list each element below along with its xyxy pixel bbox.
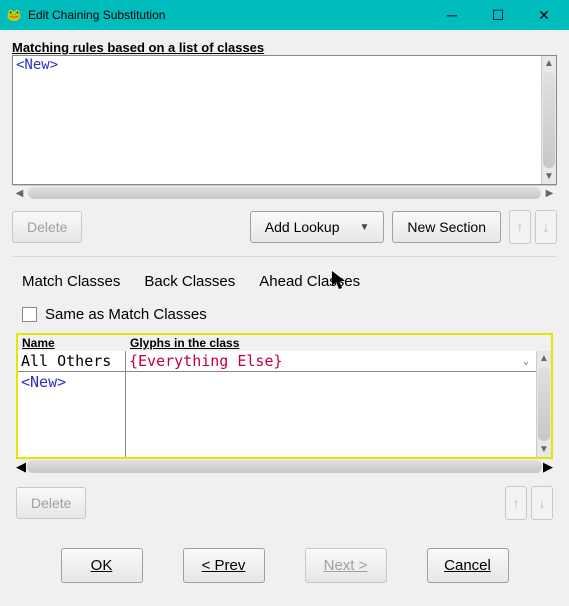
close-button[interactable]: ✕ — [521, 0, 567, 30]
dialog-footer: OK < Prev Next > Cancel — [12, 548, 557, 583]
cell-glyphs[interactable]: {Everything Else} ⌄ — [126, 351, 536, 371]
class-tabs: Match Classes Back Classes Ahead Classes — [12, 269, 557, 300]
move-down-button[interactable]: ↓ — [535, 210, 557, 244]
rules-horizontal-scrollbar[interactable]: ◀ ▶ — [12, 185, 557, 200]
scroll-track[interactable] — [543, 72, 555, 168]
rules-header: Matching rules based on a list of classe… — [12, 40, 557, 55]
prev-button[interactable]: < Prev — [183, 548, 265, 583]
scroll-track[interactable] — [538, 367, 550, 441]
scroll-up-icon[interactable]: ▲ — [537, 351, 551, 366]
dialog-body: Matching rules based on a list of classe… — [0, 30, 569, 595]
cancel-button[interactable]: Cancel — [427, 548, 509, 583]
cell-glyphs-text: {Everything Else} — [129, 352, 283, 370]
column-header-glyphs[interactable]: Glyphs in the class — [126, 335, 551, 351]
rules-listbox[interactable]: <New> ▲ ▼ — [12, 55, 557, 185]
class-horizontal-scrollbar[interactable]: ◀ ▶ — [16, 459, 553, 474]
class-vertical-scrollbar[interactable]: ▲ ▼ — [536, 351, 551, 457]
ok-label: OK — [91, 557, 113, 574]
add-lookup-label: Add Lookup — [265, 219, 340, 235]
scroll-track[interactable] — [27, 460, 542, 473]
class-table-body[interactable]: All Others {Everything Else} ⌄ <New> — [18, 351, 536, 457]
tab-match-classes[interactable]: Match Classes — [22, 273, 120, 290]
class-move-down-button[interactable]: ↓ — [531, 486, 553, 520]
window-title: Edit Chaining Substitution — [28, 8, 429, 22]
maximize-button[interactable]: ☐ — [475, 0, 521, 30]
cursor-icon — [331, 270, 349, 292]
cell-empty — [126, 372, 536, 457]
scroll-down-icon[interactable]: ▼ — [537, 442, 551, 457]
cell-name-new[interactable]: <New> — [18, 372, 126, 457]
scroll-right-icon[interactable]: ▶ — [542, 186, 557, 200]
separator — [12, 256, 557, 257]
chevron-down-icon[interactable]: ⌄ — [523, 356, 533, 367]
minimize-button[interactable]: ─ — [429, 0, 475, 30]
titlebar: 🐸 Edit Chaining Substitution ─ ☐ ✕ — [0, 0, 569, 30]
ok-button[interactable]: OK — [61, 548, 143, 583]
scroll-right-icon[interactable]: ▶ — [543, 459, 553, 474]
same-as-match-row: Same as Match Classes — [12, 300, 557, 333]
add-lookup-dropdown[interactable]: Add Lookup ▼ — [250, 211, 385, 243]
scroll-left-icon[interactable]: ◀ — [16, 459, 26, 474]
cancel-label: Cancel — [444, 557, 491, 574]
rules-new-item[interactable]: <New> — [16, 57, 58, 73]
prev-label: < Prev — [202, 557, 246, 574]
new-section-button[interactable]: New Section — [392, 211, 501, 243]
class-move-up-button[interactable]: ↑ — [505, 486, 527, 520]
delete-rule-button[interactable]: Delete — [12, 211, 82, 243]
class-new-item[interactable]: <New> — [21, 373, 66, 391]
rules-listbox-body[interactable]: <New> — [13, 56, 541, 184]
next-button[interactable]: Next > — [305, 548, 387, 583]
column-header-name[interactable]: Name — [18, 335, 126, 351]
table-row[interactable]: All Others {Everything Else} ⌄ — [18, 351, 536, 372]
move-up-button[interactable]: ↑ — [509, 210, 531, 244]
class-table-panel: Name Glyphs in the class All Others {Eve… — [16, 333, 553, 459]
same-as-match-checkbox[interactable] — [22, 307, 37, 322]
tab-back-classes[interactable]: Back Classes — [144, 273, 235, 290]
scroll-up-icon[interactable]: ▲ — [542, 56, 556, 71]
rules-vertical-scrollbar[interactable]: ▲ ▼ — [541, 56, 556, 184]
app-icon: 🐸 — [6, 7, 22, 23]
class-table-header: Name Glyphs in the class — [18, 335, 551, 351]
next-label: Next > — [324, 557, 368, 574]
scroll-track[interactable] — [28, 187, 541, 199]
scroll-down-icon[interactable]: ▼ — [542, 169, 556, 184]
scroll-left-icon[interactable]: ◀ — [12, 186, 27, 200]
delete-class-button[interactable]: Delete — [16, 487, 86, 519]
tab-ahead-classes[interactable]: Ahead Classes — [259, 273, 360, 290]
chevron-down-icon: ▼ — [360, 222, 370, 233]
same-as-match-label: Same as Match Classes — [45, 306, 207, 323]
cell-name[interactable]: All Others — [18, 351, 126, 371]
